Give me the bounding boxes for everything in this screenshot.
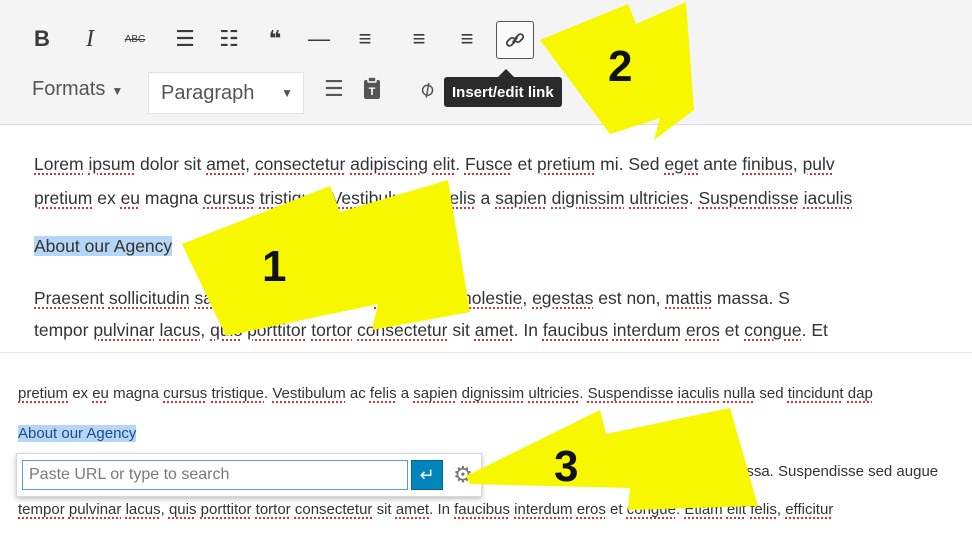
apply-link-button[interactable]: ↵ xyxy=(411,460,443,490)
link-popup: ↵ ⚙ xyxy=(16,453,482,497)
svg-text:T: T xyxy=(369,86,376,98)
paragraph-line: tempor pulvinar lacus, quis porttitor to… xyxy=(34,320,828,340)
link-icon xyxy=(505,33,525,47)
paste-text-icon[interactable]: T xyxy=(362,76,382,106)
url-input[interactable] xyxy=(22,460,408,490)
heading-text: About our Agency xyxy=(34,236,173,256)
paragraph-line: Lorem ipsum dolor sit amet, consectetur … xyxy=(34,154,835,174)
paragraph-fragment-text: assa. Suspendisse sed augue xyxy=(738,463,939,480)
link-options-button[interactable]: ⚙ xyxy=(449,461,477,489)
paragraph-line: pretium ex eu magna cursus tristique. Ve… xyxy=(34,188,853,208)
align-center-button[interactable]: ≡ xyxy=(406,18,432,60)
insert-link-button[interactable] xyxy=(496,21,534,59)
horizontal-line-button[interactable]: — xyxy=(306,18,332,60)
blockquote-button[interactable]: ❝ xyxy=(262,18,288,60)
numbered-list-button[interactable]: ☷ xyxy=(216,18,242,60)
align-left-button[interactable]: ≡ xyxy=(352,18,378,60)
strikethrough-button[interactable]: ABC xyxy=(120,18,150,60)
editor-toolbar: B I ABC ☰ ☷ ❝ — ≡ ≡ ≡ Formats ▼ Paragraph… xyxy=(0,0,972,125)
heading-text: About our Agency xyxy=(18,425,137,442)
selected-heading[interactable]: About our Agency xyxy=(18,425,137,442)
paragraph-select[interactable]: Paragraph ▼ xyxy=(148,72,304,114)
caret-down-icon: ▼ xyxy=(281,86,293,100)
paragraph-select-value: Paragraph xyxy=(161,81,255,104)
eraser-icon[interactable]: ⌀ xyxy=(414,75,440,104)
editor-top-panel: B I ABC ☰ ☷ ❝ — ≡ ≡ ≡ Formats ▼ Paragraph… xyxy=(0,0,972,352)
step-number-2: 2 xyxy=(608,42,633,91)
formats-menu[interactable]: Formats ▼ xyxy=(32,78,123,101)
insert-link-tooltip: Insert/edit link xyxy=(444,69,562,107)
caret-down-icon: ▼ xyxy=(111,84,124,98)
paragraph-line-fragment: assa. Suspendisse sed augue xyxy=(738,463,938,480)
paragraph-line: pretium ex eu magna cursus tristique. Ve… xyxy=(18,385,873,402)
editor-bottom-panel: pretium ex eu magna cursus tristique. Ve… xyxy=(0,352,972,538)
paragraph-line: tempor pulvinar lacus, quis porttitor to… xyxy=(18,501,834,518)
step-number-1: 1 xyxy=(262,242,287,291)
bulleted-list-button[interactable]: ☰ xyxy=(172,18,198,60)
align-right-button[interactable]: ≡ xyxy=(454,18,480,60)
justify-icon[interactable]: ☰ xyxy=(324,76,344,102)
enter-icon: ↵ xyxy=(419,464,435,485)
paragraph-line: Praesent sollicitudin sapien c sit amet … xyxy=(34,288,790,308)
italic-button[interactable]: I xyxy=(78,18,102,60)
gear-icon: ⚙ xyxy=(453,462,473,487)
step-number-3: 3 xyxy=(554,442,579,491)
bold-button[interactable]: B xyxy=(30,18,54,60)
selected-heading[interactable]: About our Agency xyxy=(34,232,972,260)
formats-label: Formats xyxy=(32,78,106,100)
